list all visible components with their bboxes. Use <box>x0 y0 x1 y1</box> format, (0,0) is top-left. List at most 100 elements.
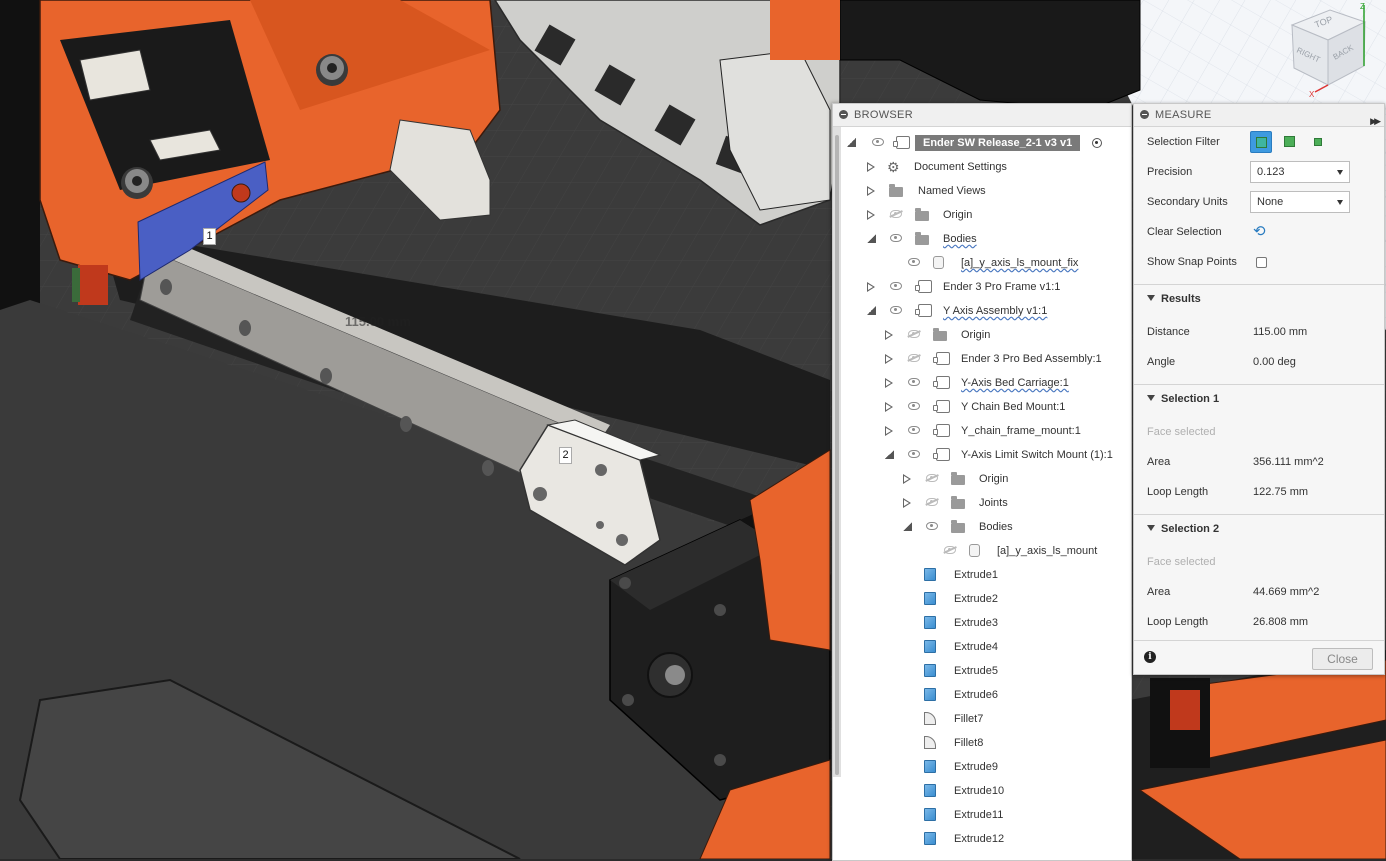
tree-item-label: Bodies <box>943 233 977 245</box>
tree-item-label: Y_chain_frame_mount:1 <box>961 425 1081 437</box>
precision-select[interactable]: 0.123 <box>1250 161 1350 183</box>
selection1-section-header[interactable]: Selection 1 <box>1134 384 1384 415</box>
expand-arrow-icon[interactable] <box>903 474 911 484</box>
tree-item-label: [a]_y_axis_ls_mount <box>997 545 1098 557</box>
visibility-eye-icon[interactable] <box>908 402 920 410</box>
dropdown-arrow-icon <box>1337 200 1343 205</box>
selection2-title: Selection 2 <box>1147 523 1219 535</box>
feature-label: Fillet7 <box>954 713 984 725</box>
fillet-icon <box>924 736 936 749</box>
hidden-eye-icon[interactable] <box>890 210 902 218</box>
tree-item-label: Document Settings <box>914 161 1007 173</box>
measure-header[interactable]: MEASURE ▶▶ <box>1134 104 1384 127</box>
selection2-section-header[interactable]: Selection 2 <box>1134 514 1384 545</box>
expand-arrow-icon[interactable] <box>885 330 893 340</box>
hidden-eye-icon[interactable] <box>926 474 938 482</box>
root-component-label[interactable]: Ender SW Release_2-1 v3 v1 <box>915 135 1081 151</box>
browser-header[interactable]: BROWSER <box>833 104 1131 127</box>
hidden-eye-icon[interactable] <box>926 498 938 506</box>
measure-dialog: MEASURE ▶▶ Selection Filter Precision 0.… <box>1133 103 1385 675</box>
close-button[interactable]: Close <box>1312 648 1373 670</box>
feature-label: Extrude11 <box>954 809 1004 821</box>
visibility-eye-icon[interactable] <box>872 138 884 146</box>
tree-item-label: Ender 3 Pro Bed Assembly:1 <box>961 353 1102 365</box>
angle-value: 0.00 deg <box>1253 356 1296 368</box>
extrude-icon <box>924 568 936 581</box>
expand-arrow-icon[interactable] <box>885 378 893 388</box>
component-icon <box>915 304 932 317</box>
expand-arrow-icon[interactable] <box>885 402 893 412</box>
expand-arrow-icon[interactable] <box>885 426 893 436</box>
axis-z-label: Z <box>1360 2 1365 11</box>
visibility-eye-icon[interactable] <box>890 234 902 242</box>
tree-root[interactable]: Ender SW Release_2-1 v3 v1 <box>833 132 1131 154</box>
viewcube-icon: TOP RIGHT BACK Z X <box>1290 2 1367 99</box>
feature-label: Extrude3 <box>954 617 999 629</box>
select-body-button[interactable] <box>1279 131 1301 153</box>
tree-item-label: Ender 3 Pro Frame v1:1 <box>943 281 1061 293</box>
tree-item-label: Y-Axis Limit Switch Mount (1):1 <box>961 449 1113 461</box>
selection-marker-2[interactable]: 2 <box>559 447 572 464</box>
visibility-eye-icon[interactable] <box>908 378 920 386</box>
visibility-eye-icon[interactable] <box>890 306 902 314</box>
visibility-eye-icon[interactable] <box>908 258 920 266</box>
axis-x-label: X <box>1309 90 1315 99</box>
hidden-eye-icon[interactable] <box>908 354 920 362</box>
scrollbar-thumb[interactable] <box>835 135 839 775</box>
collapse-arrow-icon[interactable] <box>847 138 856 147</box>
select-component-button[interactable] <box>1307 131 1329 153</box>
tree-item-label: [a]_y_axis_ls_mount_fix <box>961 257 1079 269</box>
secondary-units-select[interactable]: None <box>1250 191 1350 213</box>
component-icon <box>933 376 950 389</box>
results-section-header[interactable]: Results <box>1134 284 1384 315</box>
visibility-eye-icon[interactable] <box>908 426 920 434</box>
collapse-panel-icon[interactable] <box>839 110 848 119</box>
expand-arrow-icon[interactable] <box>867 210 875 220</box>
body-icon <box>969 544 980 557</box>
folder-icon <box>915 232 929 245</box>
body-icon <box>933 256 944 269</box>
fillet-icon <box>924 712 936 725</box>
select-face-button[interactable] <box>1250 131 1272 153</box>
feature-label: Extrude5 <box>954 665 999 677</box>
collapse-panel-icon[interactable] <box>1140 110 1149 119</box>
browser-scrollbar[interactable] <box>833 127 841 777</box>
activate-radio-icon[interactable] <box>1092 138 1102 148</box>
collapse-arrow-icon[interactable] <box>903 522 912 531</box>
tree-item-label: Origin <box>943 209 973 221</box>
collapse-arrow-icon[interactable] <box>867 306 876 315</box>
gear-icon: ⚙ <box>887 159 900 175</box>
clear-selection-label: Clear Selection <box>1147 226 1222 238</box>
collapse-arrow-icon[interactable] <box>885 450 894 459</box>
info-icon[interactable]: i <box>1144 651 1156 663</box>
hidden-eye-icon[interactable] <box>908 330 920 338</box>
viewcube[interactable]: TOP RIGHT BACK Z X <box>1280 0 1380 100</box>
visibility-eye-icon[interactable] <box>890 282 902 290</box>
clear-selection-icon[interactable]: ⟲ <box>1253 224 1267 239</box>
selection-marker-1[interactable]: 1 <box>203 228 216 245</box>
expand-arrow-icon[interactable] <box>867 186 875 196</box>
expand-arrow-icon[interactable] <box>867 162 875 172</box>
selection1-loop-label: Loop Length <box>1147 486 1209 498</box>
collapse-arrow-icon[interactable] <box>867 234 876 243</box>
expand-dialog-icon[interactable]: ▶▶ <box>1370 110 1381 132</box>
visibility-eye-icon[interactable] <box>908 450 920 458</box>
show-snap-points-checkbox[interactable] <box>1256 257 1267 268</box>
hidden-eye-icon[interactable] <box>944 546 956 554</box>
browser-panel: BROWSER Ender SW Release_2-1 v3 v1 ⚙ Doc… <box>832 103 1132 861</box>
body-filter-icon <box>1284 136 1295 147</box>
expand-arrow-icon[interactable] <box>885 354 893 364</box>
feature-label: Extrude9 <box>954 761 999 773</box>
extrude-icon <box>924 760 936 773</box>
tree-item-label: Y Axis Assembly v1:1 <box>943 305 1048 317</box>
expand-arrow-icon[interactable] <box>903 498 911 508</box>
footer-divider <box>1134 640 1384 641</box>
feature-label: Extrude6 <box>954 689 999 701</box>
face-filter-icon <box>1256 137 1267 148</box>
visibility-eye-icon[interactable] <box>926 522 938 530</box>
results-title: Results <box>1147 293 1201 305</box>
browser-title: BROWSER <box>854 109 913 121</box>
selection1-area-value: 356.111 mm^2 <box>1253 456 1324 468</box>
secondary-units-label: Secondary Units <box>1147 196 1228 208</box>
expand-arrow-icon[interactable] <box>867 282 875 292</box>
